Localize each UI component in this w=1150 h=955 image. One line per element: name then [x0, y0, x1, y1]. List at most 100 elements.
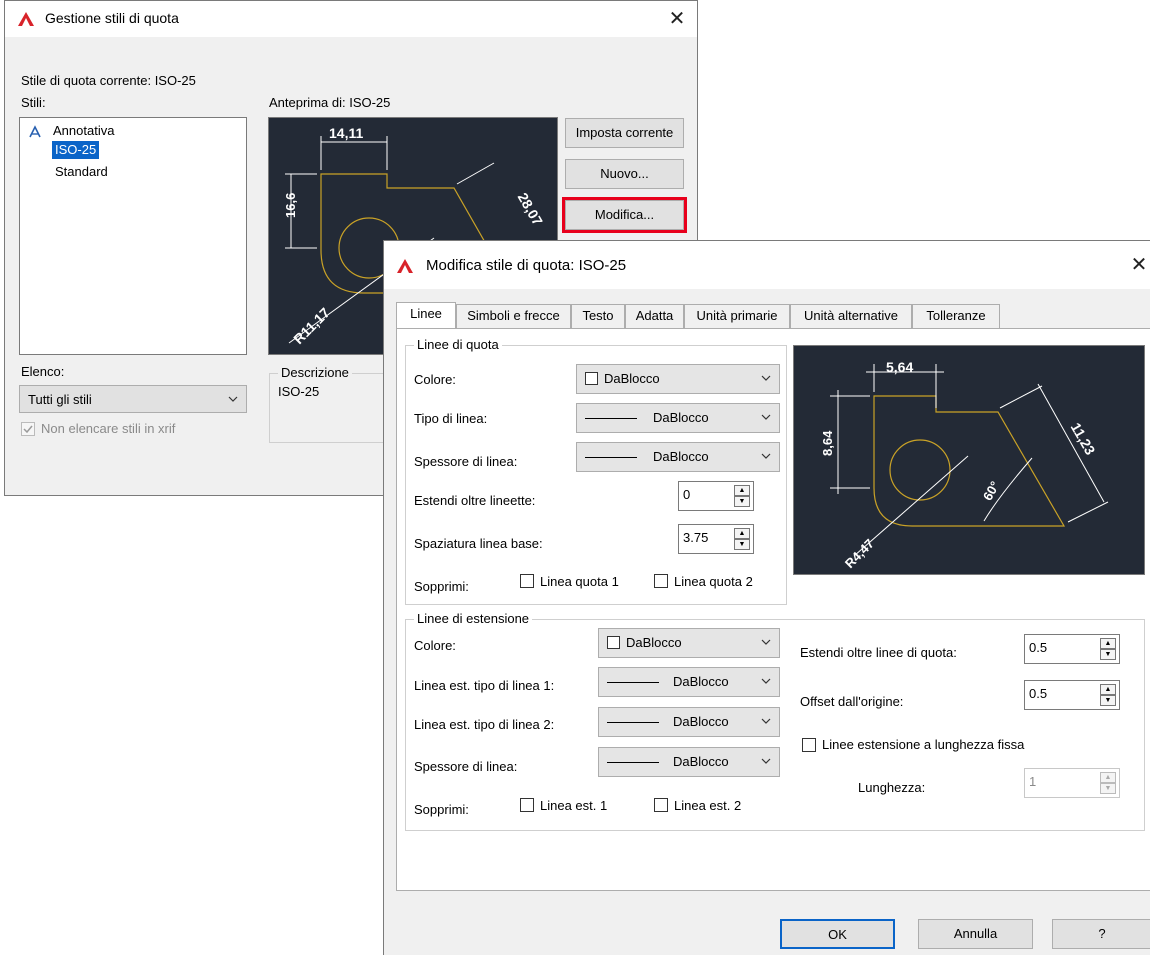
ext-suppress-label: Sopprimi: [414, 802, 469, 817]
spin-up-icon[interactable]: ▲ [734, 528, 750, 539]
autocad-logo-icon [18, 12, 34, 26]
suppress-ext-line-1-checkbox[interactable] [520, 798, 534, 812]
spin-down-icon[interactable]: ▼ [1100, 649, 1116, 660]
tab-tolleranze[interactable]: Tolleranze [912, 304, 1000, 328]
dim-lineweight-select[interactable]: DaBlocco [576, 442, 780, 472]
ext-color-select[interactable]: DaBlocco [598, 628, 780, 658]
tab-linee[interactable]: Linee [396, 302, 456, 328]
modify-dim-angle: 60° [980, 479, 1003, 504]
ext-lineweight-select[interactable]: DaBlocco [598, 747, 780, 777]
ext-lt2-value: DaBlocco [673, 714, 729, 729]
chevron-down-icon [761, 718, 771, 724]
lineweight-sample-icon [585, 457, 637, 458]
spin-up-icon[interactable]: ▲ [1100, 684, 1116, 695]
tab-unita-alternative[interactable]: Unità alternative [790, 304, 912, 328]
list-filter-select[interactable]: Tutti gli stili [19, 385, 247, 413]
dim-color-value: DaBlocco [604, 371, 660, 386]
suppress-dim-line-1-label: Linea quota 1 [540, 574, 619, 589]
tab-unita-primarie[interactable]: Unità primarie [684, 304, 790, 328]
spin-down-icon[interactable]: ▼ [1100, 695, 1116, 706]
autocad-logo-icon [397, 259, 413, 273]
suppress-ext-line-1-label: Linea est. 1 [540, 798, 608, 813]
styles-list-item-iso25[interactable]: ISO-25 [52, 141, 100, 159]
current-style-label: Stile di quota corrente: ISO-25 [21, 73, 196, 88]
suppress-dim-line-2-label: Linea quota 2 [674, 574, 753, 589]
dim-linetype-value: DaBlocco [653, 410, 709, 425]
modify-dimension-style-window: Modifica stile di quota: ISO-25 ✕ Linee … [383, 240, 1150, 955]
spin-down-icon[interactable]: ▼ [734, 496, 750, 507]
linetype-sample-icon [585, 418, 637, 419]
modify-titlebar: Modifica stile di quota: ISO-25 ✕ [384, 241, 1150, 289]
no-xref-label: Non elencare stili in xrif [41, 421, 176, 436]
chevron-down-icon [761, 453, 771, 459]
ext-lt2-select[interactable]: DaBlocco [598, 707, 780, 737]
chevron-down-icon [761, 678, 771, 684]
checkmark-icon [23, 425, 33, 434]
suppress-ext-line-2-checkbox[interactable] [654, 798, 668, 812]
new-style-button[interactable]: Nuovo... [565, 159, 684, 189]
ok-button[interactable]: OK [780, 919, 895, 949]
ext-color-label: Colore: [414, 638, 456, 653]
manager-close-icon[interactable]: ✕ [662, 5, 692, 33]
manager-dim-diag: 28,07 [515, 190, 546, 229]
chevron-down-icon [761, 639, 771, 645]
dim-linetype-select[interactable]: DaBlocco [576, 403, 780, 433]
extend-beyond-spinner[interactable]: 0.5 ▲ ▼ [1024, 634, 1120, 664]
linetype-sample-icon [607, 722, 659, 723]
cancel-button[interactable]: Annulla [918, 919, 1033, 949]
help-button[interactable]: ? [1052, 919, 1150, 949]
chevron-down-icon [761, 414, 771, 420]
color-swatch-icon [585, 372, 598, 385]
manager-dim-top: 14,11 [329, 125, 363, 141]
ext-lt1-value: DaBlocco [673, 674, 729, 689]
set-current-button[interactable]: Imposta corrente [565, 118, 684, 148]
dim-extend-spinner[interactable]: 0 ▲ ▼ [678, 481, 754, 511]
modify-dim-top: 5,64 [886, 359, 913, 375]
suppress-dim-line-2-checkbox[interactable] [654, 574, 668, 588]
modify-close-icon[interactable]: ✕ [1124, 251, 1150, 279]
ext-lt2-label: Linea est. tipo di linea 2: [414, 717, 555, 732]
manager-title: Gestione stili di quota [45, 10, 179, 26]
styles-list[interactable]: Annotativa ISO-25 Standard [19, 117, 247, 355]
dim-baseline-spinner[interactable]: 3.75 ▲ ▼ [678, 524, 754, 554]
dim-lineweight-value: DaBlocco [653, 449, 709, 464]
styles-label: Stili: [21, 95, 46, 110]
ext-lines-title: Linee di estensione [414, 611, 533, 626]
annotative-icon [29, 125, 41, 138]
spin-up-icon[interactable]: ▲ [1100, 772, 1116, 783]
length-spinner[interactable]: 1 ▲ ▼ [1024, 768, 1120, 798]
spin-down-icon[interactable]: ▼ [734, 539, 750, 550]
dim-linetype-label: Tipo di linea: [414, 411, 488, 426]
modify-dim-radius: R4,47 [842, 536, 877, 571]
ext-lt1-select[interactable]: DaBlocco [598, 667, 780, 697]
description-label: Descrizione [278, 365, 352, 380]
tab-testo[interactable]: Testo [571, 304, 625, 328]
dim-color-select[interactable]: DaBlocco [576, 364, 780, 394]
dim-extend-value: 0 [683, 487, 691, 502]
length-label: Lunghezza: [858, 780, 926, 795]
spin-up-icon[interactable]: ▲ [1100, 638, 1116, 649]
offset-origin-value: 0.5 [1029, 686, 1048, 701]
modify-preview-drawing: 5,64 8,64 11,23 60° R4,47 [820, 359, 1109, 571]
fixed-length-checkbox[interactable] [802, 738, 816, 752]
tab-page-linee: Linee di quota Colore: DaBlocco Tipo di … [396, 328, 1150, 891]
tab-adatta[interactable]: Adatta [625, 304, 684, 328]
styles-list-item-standard[interactable]: Standard [55, 164, 108, 179]
extend-beyond-label: Estendi oltre linee di quota: [800, 645, 957, 660]
ext-lines-group: Linee di estensione Colore: DaBlocco Lin… [405, 611, 1145, 831]
modify-dim-left: 8,64 [820, 430, 835, 456]
spin-down-icon[interactable]: ▼ [1100, 783, 1116, 794]
suppress-dim-line-1-checkbox[interactable] [520, 574, 534, 588]
modify-style-button[interactable]: Modifica... [562, 197, 687, 233]
linetype-sample-icon [607, 682, 659, 683]
spin-up-icon[interactable]: ▲ [734, 485, 750, 496]
offset-origin-spinner[interactable]: 0.5 ▲ ▼ [1024, 680, 1120, 710]
no-xref-checkbox[interactable] [21, 422, 35, 436]
dim-lines-group: Linee di quota Colore: DaBlocco Tipo di … [405, 337, 787, 605]
dim-lines-title: Linee di quota [414, 337, 502, 352]
dim-lineweight-label: Spessore di linea: [414, 454, 518, 469]
tab-simboli-frecce[interactable]: Simboli e frecce [456, 304, 571, 328]
color-swatch-icon [607, 636, 620, 649]
styles-list-item-label: Annotativa [53, 123, 115, 138]
modify-title: Modifica stile di quota: ISO-25 [426, 257, 627, 274]
